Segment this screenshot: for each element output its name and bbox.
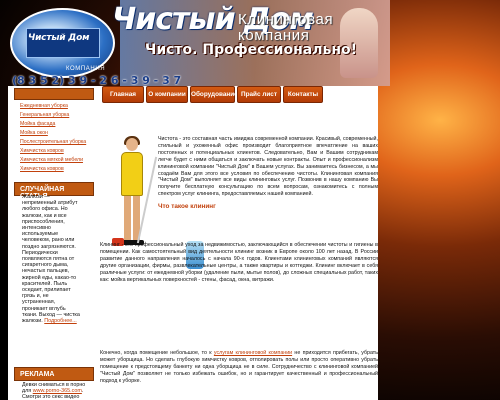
- ad-link[interactable]: www.porno-365.com: [33, 388, 82, 394]
- sidebar-item-facade-washing[interactable]: Мойка фасада: [20, 120, 90, 129]
- logo-subtitle: КОМПАНИЯ: [66, 66, 106, 72]
- logo-text: Чистый Дом: [28, 33, 90, 43]
- header-slogan: Чисто. Профессионально!: [145, 42, 358, 58]
- closing-paragraph: Конечно, когда помещение небольшое, то к…: [100, 350, 378, 385]
- nav-home[interactable]: Главная: [102, 86, 144, 103]
- page-background: Чистый Дом КОМПАНИЯ Чистый Дом Клинингов…: [0, 0, 500, 400]
- nav-about[interactable]: О компании: [146, 86, 188, 103]
- read-more-link[interactable]: Подробнее...: [44, 318, 76, 324]
- main-text: Чистота - это составная часть имиджа сов…: [158, 136, 378, 214]
- ad-header: РЕКЛАМА: [14, 367, 94, 381]
- sidebar-menu: Ежедневная уборка Генеральная уборка Мой…: [20, 102, 90, 174]
- content-area: Ежедневная уборка Генеральная уборка Мой…: [8, 86, 378, 400]
- nav-equipment[interactable]: Оборудование: [190, 86, 238, 103]
- sidebar-item-general-cleaning[interactable]: Генеральная уборка: [20, 111, 90, 120]
- sidebar-menu-header: [14, 88, 94, 100]
- sidebar-item-carpet-cleaning[interactable]: Химчистка ковров: [20, 147, 90, 156]
- cleaning-paragraph: Клининг - это профессиональный уход за н…: [100, 242, 378, 283]
- sidebar: Ежедневная уборка Генеральная уборка Мой…: [8, 86, 94, 400]
- sidebar-item-furniture-cleaning[interactable]: Химчистка мягкой мебели: [20, 156, 90, 165]
- sidebar-item-carpet-cleaning-2[interactable]: Химчистка ковров: [20, 165, 90, 174]
- random-article: Жалюзи — непременный атрибут любого офис…: [22, 194, 82, 324]
- section-heading: Что такое клининг: [158, 203, 216, 211]
- ad-block: Девки сниматься в порно для www.porno-36…: [22, 382, 86, 400]
- sidebar-item-daily-cleaning[interactable]: Ежедневная уборка: [20, 102, 90, 111]
- intro-paragraph: Чистота - это составная часть имиджа сов…: [158, 136, 378, 198]
- nav-contacts[interactable]: Контакты: [283, 86, 323, 103]
- nav-price-list[interactable]: Прайс лист: [237, 86, 281, 103]
- random-article-text: Жалюзи — непременный атрибут любого офис…: [22, 194, 80, 325]
- company-tagline: Клининговая компания: [238, 11, 334, 44]
- sidebar-item-post-construction[interactable]: Послестроительная уборка: [20, 138, 90, 147]
- closing-text-a: Конечно, когда помещение небольшое, то к: [100, 350, 214, 356]
- cleaning-services-link[interactable]: услугам клининговой компании: [214, 350, 292, 356]
- site-header: Чистый Дом КОМПАНИЯ Чистый Дом Клинингов…: [0, 0, 500, 87]
- sidebar-item-window-washing[interactable]: Мойка окон: [20, 129, 90, 138]
- cleaner-woman-image: [112, 136, 158, 258]
